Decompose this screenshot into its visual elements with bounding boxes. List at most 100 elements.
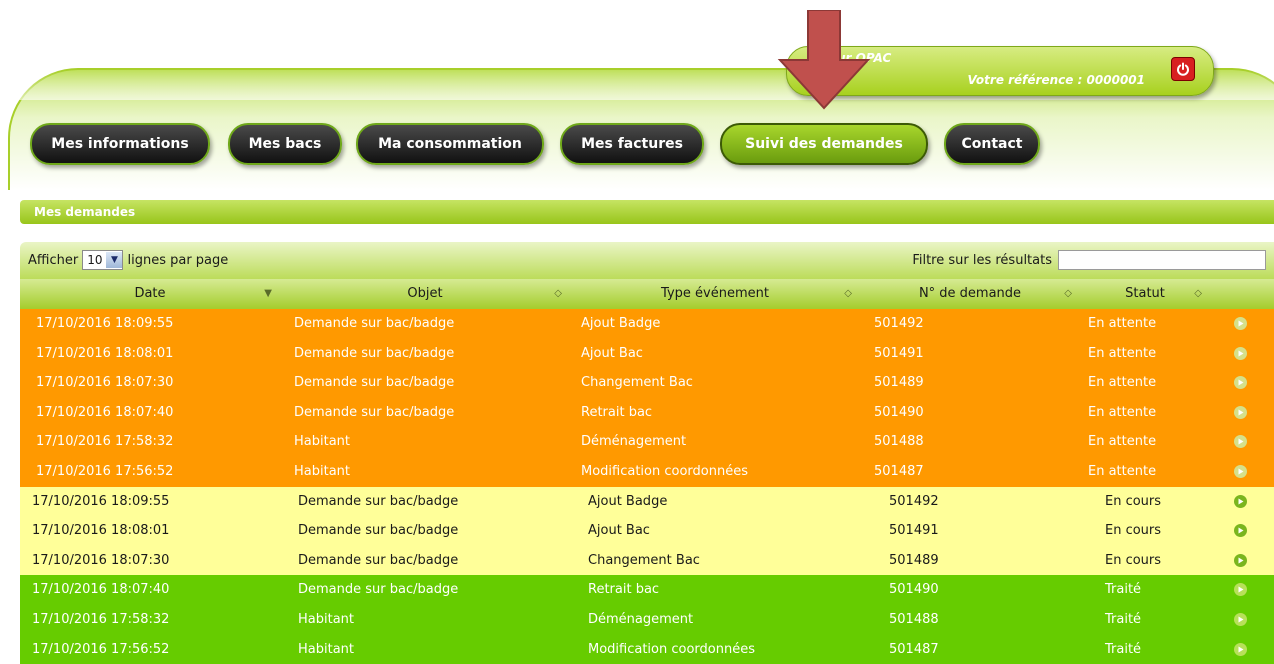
page-size-value: 10 xyxy=(87,253,103,267)
table-row[interactable]: 17/10/2016 18:08:01 Demande sur bac/badge… xyxy=(20,338,1274,369)
pointer-arrow-icon xyxy=(777,10,871,110)
cell-statut: En attente xyxy=(1088,464,1157,479)
column-label: Statut xyxy=(1125,286,1165,301)
filter-input[interactable] xyxy=(1058,250,1266,270)
column-header-objet[interactable]: Objet ◇ xyxy=(280,279,570,309)
cell-statut: En attente xyxy=(1088,345,1157,361)
table-row[interactable]: 17/10/2016 18:07:30 Demande sur bac/badge… xyxy=(20,545,1274,576)
cell-numero: 501490 xyxy=(889,582,939,598)
per-page-label: lignes par page xyxy=(127,252,229,268)
filter-control: Filtre sur les résultats xyxy=(912,250,1266,270)
table-row[interactable]: 17/10/2016 18:09:55 Demande sur bac/badge… xyxy=(20,309,1274,339)
cell-statut: En cours xyxy=(1105,493,1162,509)
cell-date: 17/10/2016 17:56:52 xyxy=(32,641,170,657)
cell-numero: 501489 xyxy=(874,375,924,391)
table-row[interactable]: 17/10/2016 17:58:32 Habitant Déménagement 5… xyxy=(20,605,1274,635)
column-header-numero[interactable]: N° de demande ◇ xyxy=(860,279,1080,309)
cell-type: Déménagement xyxy=(581,434,687,450)
cell-numero: 501490 xyxy=(874,404,924,420)
play-arrow-icon[interactable] xyxy=(1234,346,1247,360)
cell-objet: Habitant xyxy=(298,641,355,657)
cell-date: 17/10/2016 18:08:01 xyxy=(36,345,174,361)
cell-date: 17/10/2016 18:07:40 xyxy=(32,582,170,598)
column-header-date[interactable]: Date ▼ xyxy=(20,279,280,309)
nav-ma-consommation[interactable]: Ma consommation xyxy=(356,123,544,165)
play-arrow-icon[interactable] xyxy=(1234,613,1247,626)
filter-label: Filtre sur les résultats xyxy=(912,252,1052,268)
cell-date: 17/10/2016 18:09:55 xyxy=(32,493,170,509)
column-label: Type événement xyxy=(661,286,769,301)
cell-numero: 501488 xyxy=(874,434,924,450)
play-arrow-icon[interactable] xyxy=(1234,317,1247,330)
cell-date: 17/10/2016 18:08:01 xyxy=(32,523,170,539)
table-row[interactable]: 17/10/2016 18:07:30 Demande sur bac/badge… xyxy=(20,368,1274,398)
cell-objet: Habitant xyxy=(298,612,355,627)
cell-date: 17/10/2016 18:07:30 xyxy=(36,375,174,391)
table-row[interactable]: 17/10/2016 18:07:40 Demande sur bac/badge… xyxy=(20,575,1274,605)
cell-objet: Habitant xyxy=(294,434,351,450)
chevron-down-icon[interactable]: ▼ xyxy=(106,252,123,268)
sort-icon: ◇ xyxy=(844,288,852,299)
play-arrow-icon[interactable] xyxy=(1234,405,1247,419)
cell-numero: 501492 xyxy=(874,316,924,331)
play-arrow-icon[interactable] xyxy=(1234,465,1247,478)
cell-statut: Traité xyxy=(1105,612,1142,627)
cell-statut: En attente xyxy=(1088,316,1157,331)
play-arrow-icon[interactable] xyxy=(1234,553,1247,567)
play-arrow-icon[interactable] xyxy=(1234,642,1247,656)
cell-statut: En attente xyxy=(1088,375,1157,391)
cell-objet: Demande sur bac/badge xyxy=(298,582,459,598)
cell-statut: En cours xyxy=(1105,552,1162,568)
cell-type: Changement Bac xyxy=(588,552,700,568)
nav-contact[interactable]: Contact xyxy=(944,123,1040,165)
cell-objet: Demande sur bac/badge xyxy=(294,404,455,420)
cell-statut: Traité xyxy=(1105,641,1142,657)
cell-date: 17/10/2016 18:07:30 xyxy=(32,552,170,568)
power-icon xyxy=(1177,62,1189,76)
page-size-select[interactable]: 10 ▼ xyxy=(82,250,124,270)
cell-date: 17/10/2016 17:58:32 xyxy=(32,612,170,627)
play-arrow-icon[interactable] xyxy=(1234,494,1247,508)
play-arrow-icon[interactable] xyxy=(1234,376,1247,390)
nav-mes-factures[interactable]: Mes factures xyxy=(560,123,704,165)
logout-button[interactable] xyxy=(1171,57,1195,81)
cell-type: Ajout Badge xyxy=(581,316,661,331)
column-header-type[interactable]: Type événement ◇ xyxy=(570,279,860,309)
cell-numero: 501488 xyxy=(889,612,939,627)
nav-mes-informations[interactable]: Mes informations xyxy=(30,123,210,165)
cell-objet: Habitant xyxy=(294,464,351,479)
cell-numero: 501492 xyxy=(889,493,939,509)
cell-type: Ajout Badge xyxy=(588,493,668,509)
table-row[interactable]: 17/10/2016 17:56:52 Habitant Modification … xyxy=(20,457,1274,487)
cell-type: Ajout Bac xyxy=(581,345,643,361)
table-row[interactable]: 17/10/2016 17:58:32 Habitant Déménagement 5… xyxy=(20,427,1274,457)
cell-date: 17/10/2016 18:07:40 xyxy=(36,404,174,420)
cell-date: 17/10/2016 18:09:55 xyxy=(36,316,174,331)
cell-date: 17/10/2016 17:58:32 xyxy=(36,434,174,450)
cell-numero: 501491 xyxy=(889,523,939,539)
cell-type: Retrait bac xyxy=(581,404,653,420)
nav-suivi-des-demandes[interactable]: Suivi des demandes xyxy=(720,123,928,165)
cell-statut: En attente xyxy=(1088,434,1157,450)
table-row[interactable]: 17/10/2016 18:08:01 Demande sur bac/badge… xyxy=(20,516,1274,546)
user-reference: Votre référence : 0000001 xyxy=(967,73,1146,87)
play-arrow-icon[interactable] xyxy=(1234,583,1247,597)
table-header: Date ▼ Objet ◇ Type événement ◇ N° de de… xyxy=(20,279,1274,309)
play-arrow-icon[interactable] xyxy=(1234,435,1247,449)
cell-numero: 501487 xyxy=(874,464,924,479)
table-row[interactable]: 17/10/2016 17:56:52 Habitant Modification … xyxy=(20,634,1274,664)
section-title: Mes demandes xyxy=(20,200,1274,224)
play-arrow-icon[interactable] xyxy=(1234,524,1247,538)
table-row[interactable]: 17/10/2016 18:09:55 Demande sur bac/badge… xyxy=(20,486,1274,517)
cell-objet: Demande sur bac/badge xyxy=(298,523,459,539)
cell-type: Modification coordonnées xyxy=(581,464,748,479)
cell-type: Changement Bac xyxy=(581,375,693,391)
page-size-control: Afficher 10 ▼ lignes par page xyxy=(28,250,228,270)
column-header-statut[interactable]: Statut ◇ xyxy=(1080,279,1210,309)
cell-type: Modification coordonnées xyxy=(588,641,755,657)
sort-desc-icon: ▼ xyxy=(264,288,272,299)
table-row[interactable]: 17/10/2016 18:07:40 Demande sur bac/badge… xyxy=(20,397,1274,428)
show-label: Afficher xyxy=(28,252,79,268)
nav-mes-bacs[interactable]: Mes bacs xyxy=(228,123,342,165)
column-label: Date xyxy=(134,286,166,301)
